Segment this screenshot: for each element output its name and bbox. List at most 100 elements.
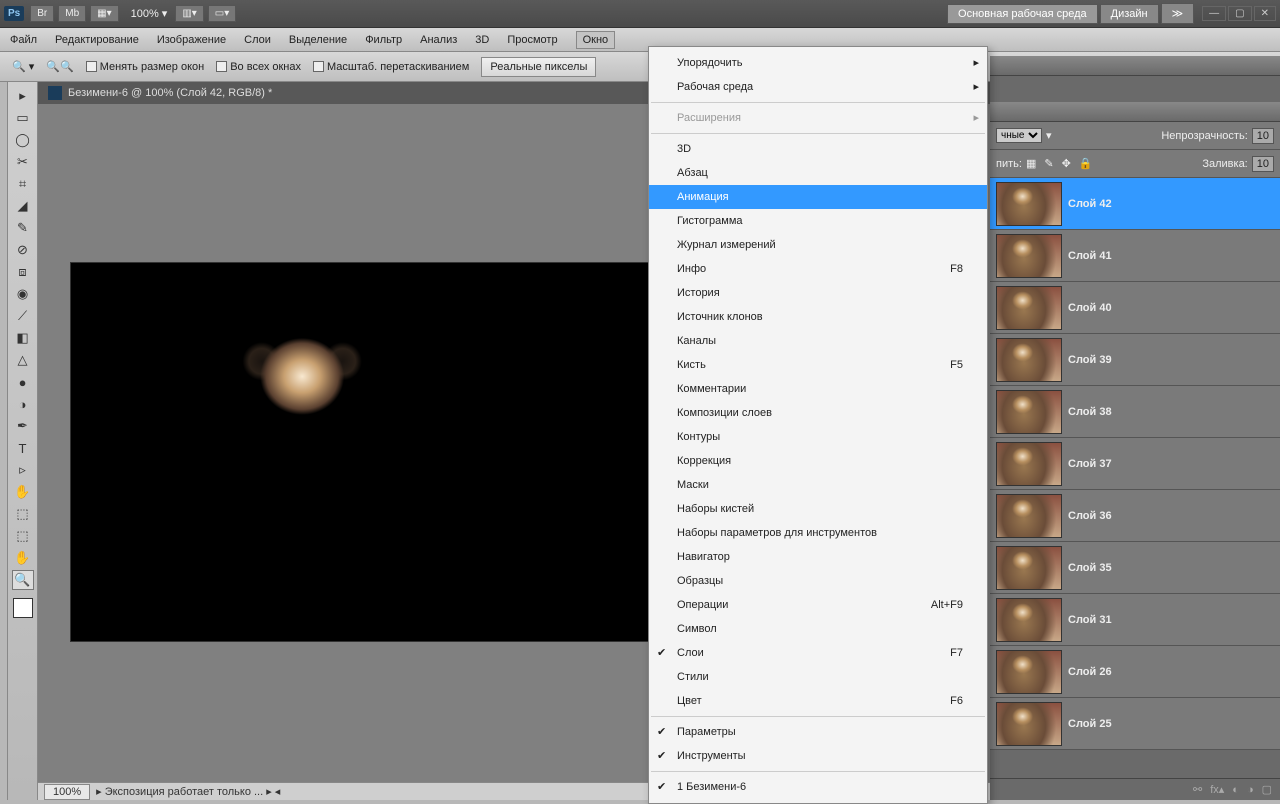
menu-view[interactable]: Просмотр — [507, 34, 557, 46]
layer-thumbnail[interactable] — [996, 650, 1062, 694]
menu-item-упорядочить[interactable]: Упорядочить▸ — [649, 51, 987, 75]
menu-window[interactable]: Окно — [576, 31, 616, 49]
menu-item-символ[interactable]: Символ — [649, 617, 987, 641]
menu-file[interactable]: Файл — [10, 34, 37, 46]
menu-item-коррекция[interactable]: Коррекция — [649, 449, 987, 473]
lock-all-icon[interactable]: 🔒 — [1079, 157, 1093, 170]
layer-thumbnail[interactable] — [996, 598, 1062, 642]
zoom-level[interactable]: 100% ▾ — [131, 7, 168, 20]
layer-row[interactable]: Слой 39 — [990, 334, 1280, 386]
layer-name[interactable]: Слой 25 — [1068, 718, 1112, 730]
tool-20[interactable]: ⬚ — [12, 526, 34, 546]
minimize-icon[interactable]: — — [1202, 6, 1226, 21]
layer-mask-icon[interactable]: ◐ — [1232, 784, 1239, 796]
layer-name[interactable]: Слой 41 — [1068, 250, 1112, 262]
menu-item-параметры[interactable]: ✔Параметры — [649, 720, 987, 744]
tool-8[interactable]: ⧈ — [12, 262, 34, 282]
scrubby-zoom-checkbox[interactable]: Масштаб. перетаскиванием — [313, 61, 469, 73]
bridge-button[interactable]: Br — [30, 5, 54, 22]
menu-item-гистограмма[interactable]: Гистограмма — [649, 209, 987, 233]
layer-thumbnail[interactable] — [996, 702, 1062, 746]
tool-16[interactable]: T — [12, 438, 34, 458]
panel-tabstrip-top[interactable] — [990, 56, 1280, 76]
menu-item-кисть[interactable]: КистьF5 — [649, 353, 987, 377]
tool-21[interactable]: ✋ — [12, 548, 34, 568]
menu-item-контуры[interactable]: Контуры — [649, 425, 987, 449]
menu-item-композиции-слоев[interactable]: Композиции слоев — [649, 401, 987, 425]
lock-transparency-icon[interactable]: ▦ — [1026, 157, 1036, 170]
layer-row[interactable]: Слой 41 — [990, 230, 1280, 282]
layer-name[interactable]: Слой 39 — [1068, 354, 1112, 366]
menu-item-стили[interactable]: Стили — [649, 665, 987, 689]
workspace-essentials[interactable]: Основная рабочая среда — [947, 4, 1098, 24]
layer-thumbnail[interactable] — [996, 182, 1062, 226]
tool-11[interactable]: ◧ — [12, 328, 34, 348]
tool-18[interactable]: ✋ — [12, 482, 34, 502]
close-icon[interactable]: ✕ — [1254, 6, 1276, 21]
menu-item-наборы-кистей[interactable]: Наборы кистей — [649, 497, 987, 521]
layer-row[interactable]: Слой 40 — [990, 282, 1280, 334]
layer-thumbnail[interactable] — [996, 286, 1062, 330]
opacity-value[interactable]: 10 — [1252, 128, 1274, 144]
layer-thumbnail[interactable] — [996, 234, 1062, 278]
canvas[interactable] — [70, 262, 650, 642]
status-zoom[interactable]: 100% — [44, 784, 90, 800]
layer-fx-icon[interactable]: fx▴ — [1210, 783, 1224, 796]
menu-item-цвет[interactable]: ЦветF6 — [649, 689, 987, 713]
lock-position-icon[interactable]: ✥ — [1062, 157, 1071, 170]
tool-6[interactable]: ✎ — [12, 218, 34, 238]
menu-item-навигатор[interactable]: Навигатор — [649, 545, 987, 569]
tool-5[interactable]: ◢ — [12, 196, 34, 216]
menu-item-инструменты[interactable]: ✔Инструменты — [649, 744, 987, 768]
menu-image[interactable]: Изображение — [157, 34, 226, 46]
tool-0[interactable]: ▸ — [12, 86, 34, 106]
layer-name[interactable]: Слой 40 — [1068, 302, 1112, 314]
layer-row[interactable]: Слой 36 — [990, 490, 1280, 542]
blend-mode-select[interactable]: чные — [996, 128, 1042, 143]
menu-item-анимация[interactable]: Анимация — [649, 185, 987, 209]
tool-1[interactable]: ▭ — [12, 108, 34, 128]
layer-row[interactable]: Слой 37 — [990, 438, 1280, 490]
menu-3d[interactable]: 3D — [475, 34, 489, 46]
tool-15[interactable]: ✒ — [12, 416, 34, 436]
layer-name[interactable]: Слой 42 — [1068, 198, 1112, 210]
tool-3[interactable]: ✂ — [12, 152, 34, 172]
color-swatch[interactable] — [13, 598, 33, 618]
tool-22[interactable]: 🔍 — [12, 570, 34, 590]
tool-2[interactable]: ◯ — [12, 130, 34, 150]
menu-item-журнал-измерений[interactable]: Журнал измерений — [649, 233, 987, 257]
layer-row[interactable]: Слой 25 — [990, 698, 1280, 750]
fill-value[interactable]: 10 — [1252, 156, 1274, 172]
tool-10[interactable]: ⟋ — [12, 306, 34, 326]
menu-item-источник-клонов[interactable]: Источник клонов — [649, 305, 987, 329]
menu-item-маски[interactable]: Маски — [649, 473, 987, 497]
tool-12[interactable]: △ — [12, 350, 34, 370]
menu-edit[interactable]: Редактирование — [55, 34, 139, 46]
group-icon[interactable]: ▢ — [1262, 783, 1272, 796]
menu-item-инфо[interactable]: ИнфоF8 — [649, 257, 987, 281]
menu-item-абзац[interactable]: Абзац — [649, 161, 987, 185]
tool-7[interactable]: ⊘ — [12, 240, 34, 260]
menu-item-рабочая-среда[interactable]: Рабочая среда▸ — [649, 75, 987, 99]
menu-layer[interactable]: Слои — [244, 34, 271, 46]
layer-row[interactable]: Слой 38 — [990, 386, 1280, 438]
menu-item-3d[interactable]: 3D — [649, 137, 987, 161]
layer-row[interactable]: Слой 26 — [990, 646, 1280, 698]
workspace-more[interactable]: ≫ — [1161, 3, 1195, 24]
layer-name[interactable]: Слой 31 — [1068, 614, 1112, 626]
minibridge-button[interactable]: Mb — [58, 5, 86, 22]
menu-item-каналы[interactable]: Каналы — [649, 329, 987, 353]
lock-pixels-icon[interactable]: ✎ — [1044, 157, 1053, 170]
maximize-icon[interactable]: ▢ — [1228, 6, 1251, 21]
layer-row[interactable]: Слой 35 — [990, 542, 1280, 594]
menu-item-образцы[interactable]: Образцы — [649, 569, 987, 593]
menu-item-1-безимени-6[interactable]: ✔1 Безимени-6 — [649, 775, 987, 799]
layer-row[interactable]: Слой 42 — [990, 178, 1280, 230]
layer-name[interactable]: Слой 37 — [1068, 458, 1112, 470]
layer-thumbnail[interactable] — [996, 390, 1062, 434]
tool-4[interactable]: ⌗ — [12, 174, 34, 194]
menu-analysis[interactable]: Анализ — [420, 34, 457, 46]
layer-thumbnail[interactable] — [996, 546, 1062, 590]
layer-thumbnail[interactable] — [996, 442, 1062, 486]
layer-thumbnail[interactable] — [996, 494, 1062, 538]
